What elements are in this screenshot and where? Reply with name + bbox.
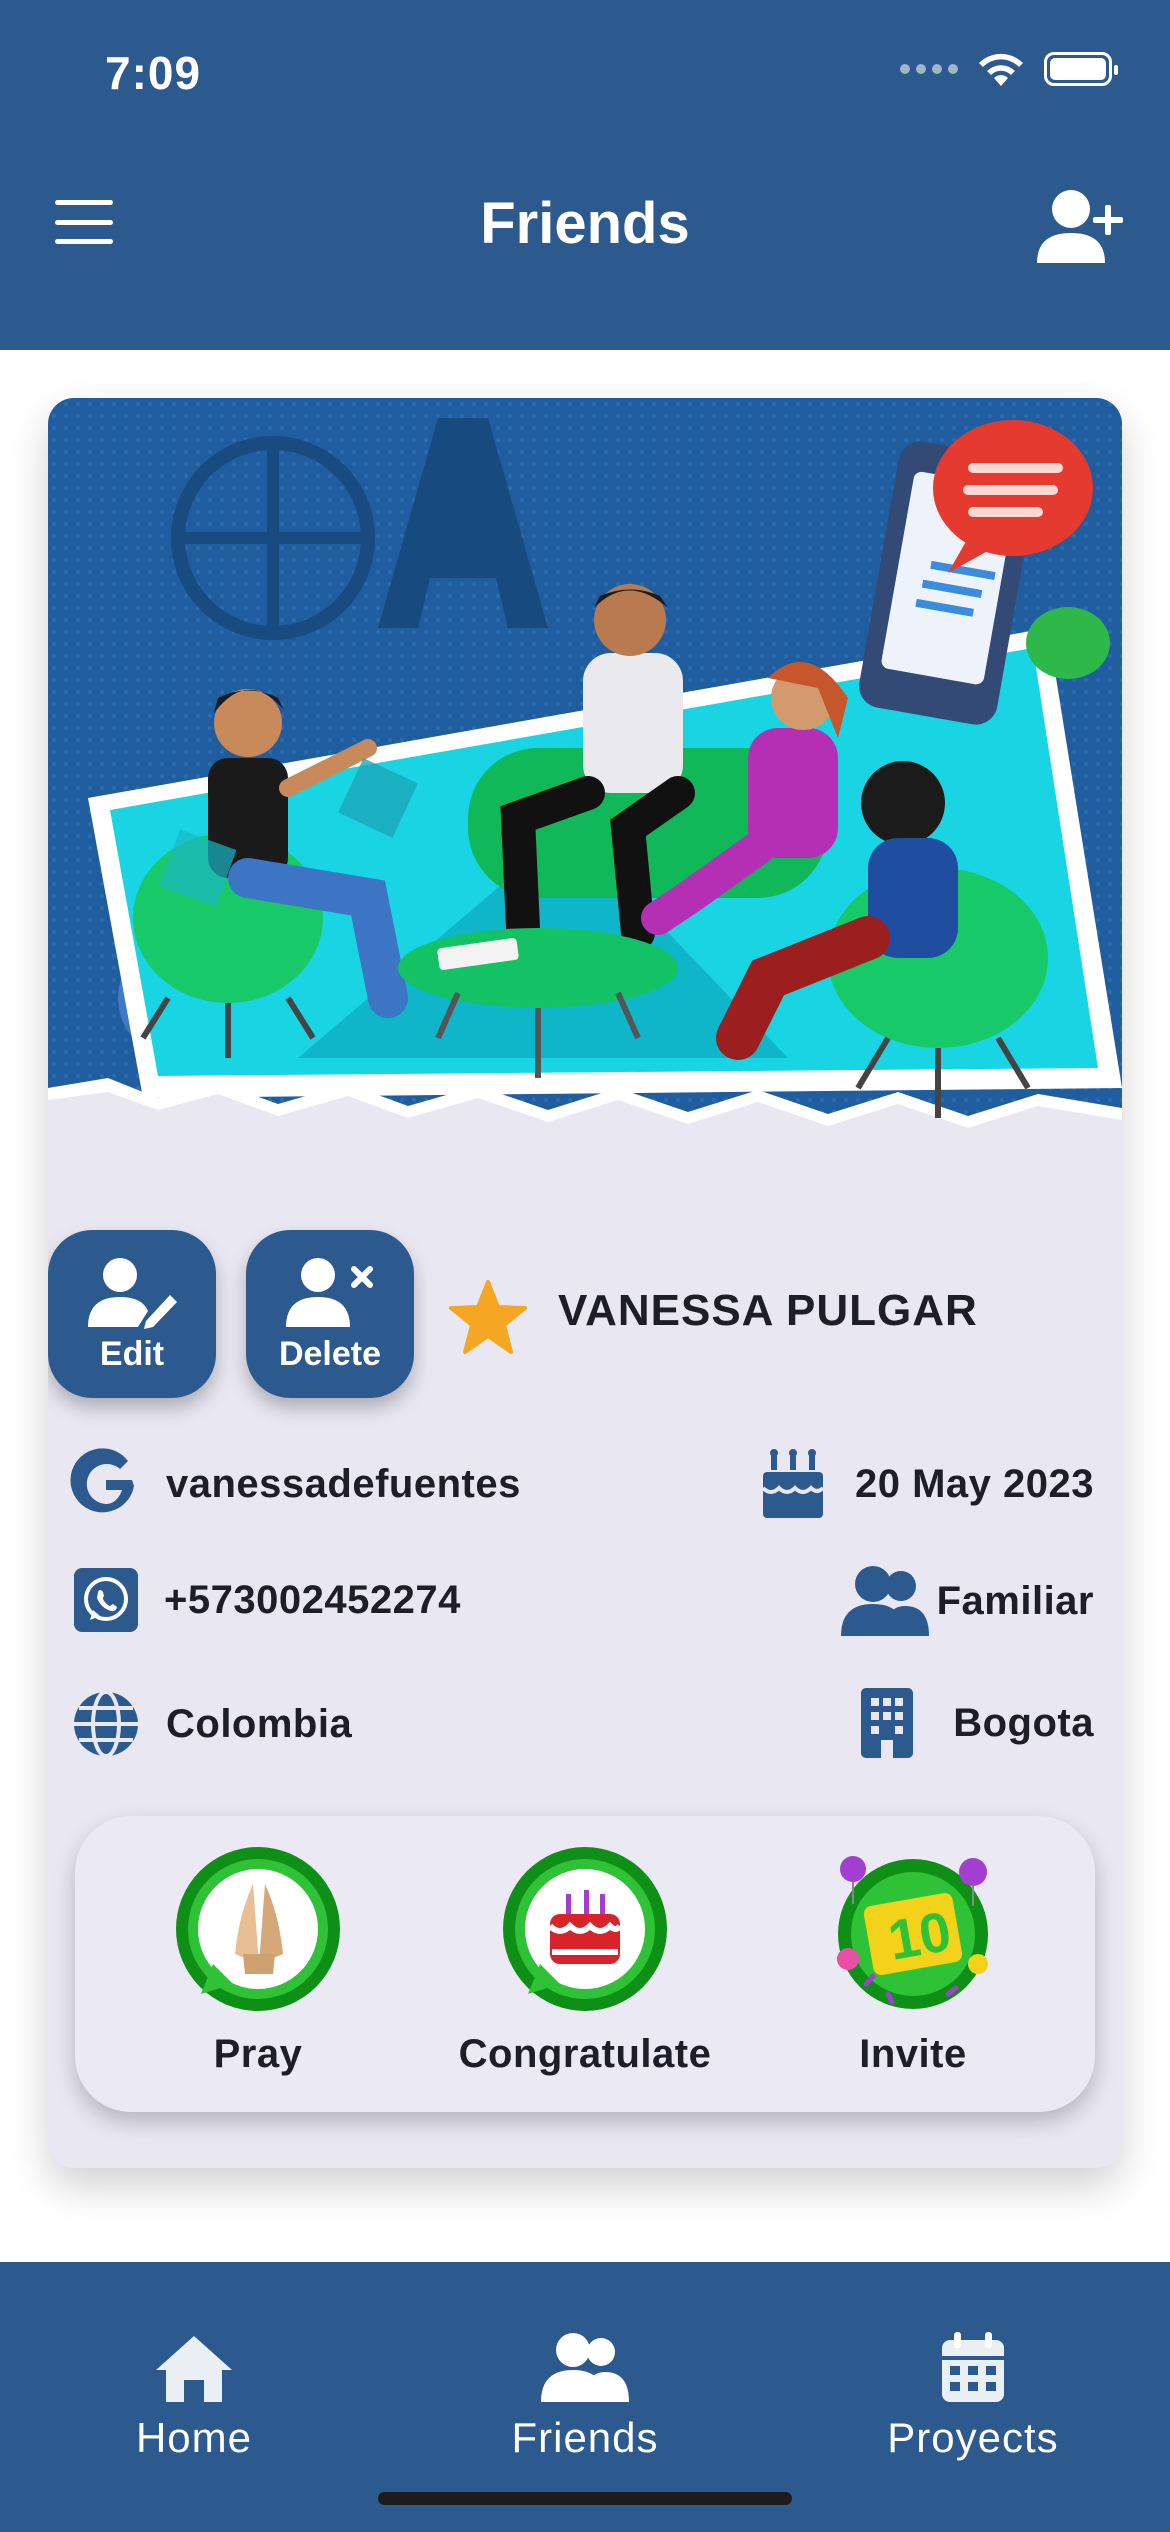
building-icon [861, 1688, 914, 1758]
friend-card: Edit Delete VANESSA PULGAR vanessadefuen… [48, 398, 1122, 2168]
action-panel: Pray Congratulate 10 Invite [75, 1816, 1095, 2112]
birthday-cake-icon [761, 1449, 825, 1518]
pray-label: Pray [213, 2032, 303, 2076]
friends-illustration [48, 398, 1122, 1168]
nav-proyects-label: Proyects [887, 2414, 1059, 2461]
nav-home-label: Home [135, 2414, 253, 2461]
invite-label: Invite [859, 2032, 967, 2076]
party-icon: 10 [837, 1856, 988, 2009]
remove-user-icon [286, 1257, 373, 1327]
users-icon [541, 2333, 629, 2402]
invite-action[interactable]: 10 Invite [793, 1844, 1033, 2077]
google-icon [70, 1448, 134, 1513]
home-indicator [378, 2492, 792, 2505]
edit-button-label: Edit [99, 1334, 165, 1373]
country-name: Colombia [166, 1701, 353, 1746]
signal-icon [900, 64, 958, 74]
edit-button[interactable]: Edit [48, 1230, 216, 1398]
delete-button-label: Delete [278, 1334, 382, 1373]
cake-icon [503, 1847, 667, 2011]
top-app-bar: 7:09 Friends [0, 0, 1170, 350]
praying-hands-icon [176, 1847, 340, 2011]
city-name: Bogota [953, 1700, 1094, 1745]
google-username: vanessadefuentes [166, 1461, 521, 1506]
favorite-star-icon[interactable] [448, 1278, 528, 1358]
add-user-icon[interactable] [1035, 185, 1130, 265]
nav-proyects[interactable]: Proyects [843, 2332, 1103, 2462]
globe-icon [74, 1690, 138, 1758]
nav-friends[interactable]: Friends [455, 2332, 715, 2462]
congratulate-action[interactable]: Congratulate [455, 1844, 715, 2077]
nav-friends-label: Friends [511, 2414, 659, 2461]
phone-row[interactable]: +573002452274 [74, 1568, 461, 1632]
status-indicators [900, 50, 1118, 88]
calendar-icon [942, 2332, 1004, 2402]
friend-name: VANESSA PULGAR [558, 1286, 978, 1335]
whatsapp-icon [74, 1568, 138, 1632]
delete-button[interactable]: Delete [246, 1230, 414, 1398]
nav-home[interactable]: Home [64, 2332, 324, 2462]
birthday-row: 20 May 2023 [759, 1448, 1094, 1520]
city-row: Bogota [859, 1686, 1094, 1760]
wifi-icon [979, 53, 1023, 86]
country-row: Colombia [70, 1688, 352, 1760]
congratulate-label: Congratulate [458, 2032, 712, 2076]
group-icon [840, 1566, 929, 1636]
pray-action[interactable]: Pray [138, 1844, 378, 2077]
status-time: 7:09 [105, 47, 202, 99]
page-title: Friends [480, 191, 690, 256]
edit-user-icon [88, 1257, 177, 1329]
phone-number: +573002452274 [164, 1577, 461, 1622]
relation-row: Familiar [839, 1564, 1094, 1638]
battery-icon [1044, 52, 1118, 86]
google-user-row: vanessadefuentes [70, 1448, 521, 1520]
home-icon [156, 2336, 232, 2402]
relation-type: Familiar [936, 1578, 1094, 1623]
birthday-date: 20 May 2023 [854, 1461, 1094, 1506]
svg-text:10: 10 [883, 1899, 955, 1972]
